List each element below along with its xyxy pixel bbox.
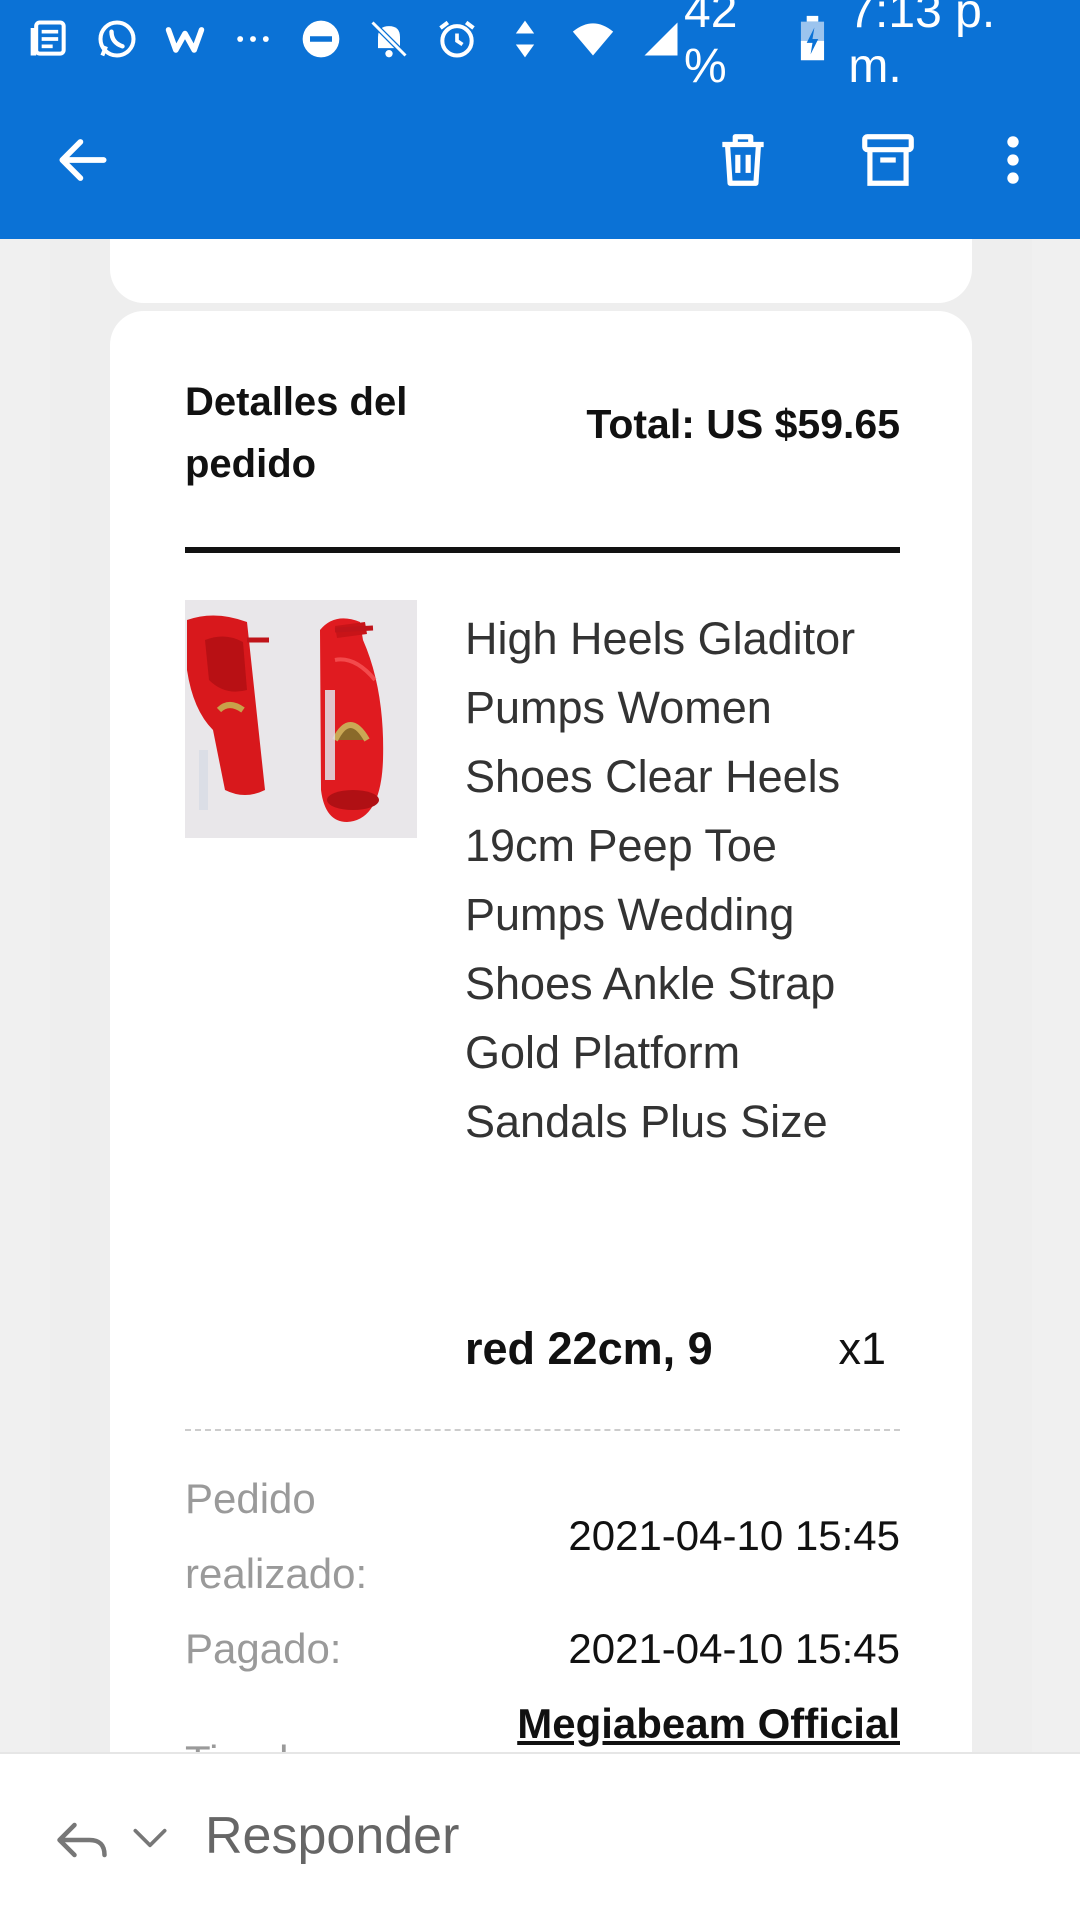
- alarm-icon: [434, 16, 480, 62]
- app-bar: [0, 115, 1080, 205]
- battery-icon: [801, 15, 825, 61]
- order-details-card: Detalles del pedido Total: US $59.65 Hig…: [110, 311, 972, 1752]
- status-icons: [26, 16, 684, 62]
- paid-row: Pagado: 2021-04-10 15:45: [185, 1611, 900, 1686]
- more-dots-icon: [230, 16, 276, 62]
- order-placed-row: Pedido realizado: 2021-04-10 15:45: [185, 1461, 900, 1611]
- notifications-off-icon: [366, 16, 412, 62]
- reply-bar: Responder: [0, 1752, 1080, 1920]
- previous-card: [110, 239, 972, 303]
- wifi-icon: [570, 16, 616, 62]
- order-title: Detalles del pedido: [185, 380, 408, 486]
- archive-button[interactable]: [843, 115, 933, 205]
- trash-icon: [722, 134, 764, 186]
- back-button[interactable]: [38, 115, 128, 205]
- notes-icon: [26, 16, 72, 62]
- battery-percent: 42 %: [684, 0, 738, 93]
- paid-label: Pagado:: [185, 1625, 342, 1672]
- product-name[interactable]: High Heels Gladitor Pumps Women Shoes Cl…: [465, 604, 905, 1156]
- store-label: Tienda:: [185, 1723, 324, 1752]
- reply-button[interactable]: Responder: [205, 1806, 459, 1866]
- product-quantity: x1: [838, 1323, 886, 1374]
- paid-value: 2021-04-10 15:45: [568, 1625, 900, 1672]
- dashed-divider: [185, 1429, 900, 1431]
- product-variant: red 22cm, 9: [465, 1323, 713, 1374]
- store-row: Tienda: Megiabeam Official Store: [185, 1686, 900, 1752]
- email-body[interactable]: Detalles del pedido Total: US $59.65 Hig…: [0, 239, 1080, 1752]
- store-link[interactable]: Megiabeam Official Store: [480, 1686, 900, 1752]
- header-divider: [185, 547, 900, 553]
- do-not-disturb-icon: [298, 16, 344, 62]
- red-heels-image: [185, 600, 417, 838]
- clock: 7:13 p. m.: [848, 0, 996, 93]
- reply-icon[interactable]: [52, 1810, 112, 1870]
- overflow-menu-icon: [1007, 136, 1019, 184]
- product-image[interactable]: [185, 600, 417, 838]
- status-right: 42 % 7:13 p. m.: [684, 0, 1054, 94]
- data-arrows-icon: [502, 16, 548, 62]
- order-placed-label: Pedido realizado:: [185, 1475, 368, 1597]
- overflow-menu-button[interactable]: [968, 115, 1058, 205]
- whatsapp-icon: [94, 16, 140, 62]
- signal-icon: [638, 16, 684, 62]
- top-bar: 42 % 7:13 p. m.: [0, 0, 1080, 239]
- order-header: Detalles del pedido Total: US $59.65: [185, 371, 900, 486]
- w-app-icon: [162, 16, 208, 62]
- status-bar: 42 % 7:13 p. m.: [0, 0, 1080, 93]
- archive-icon: [862, 134, 914, 186]
- back-arrow-icon: [59, 139, 107, 181]
- delete-button[interactable]: [698, 115, 788, 205]
- order-total: Total: US $59.65: [586, 401, 900, 447]
- order-placed-value: 2021-04-10 15:45: [568, 1512, 900, 1559]
- chevron-down-icon[interactable]: [128, 1816, 172, 1860]
